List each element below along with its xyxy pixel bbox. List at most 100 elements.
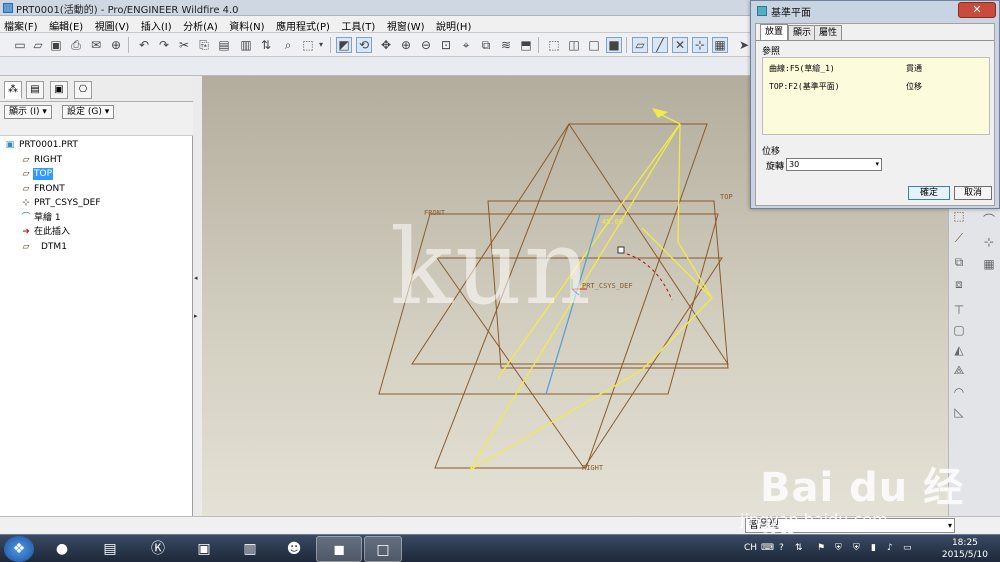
dialog-title-bar[interactable]: 基準平面 ✕ — [751, 1, 999, 21]
layers-icon[interactable]: ≋ — [498, 37, 514, 53]
hidden-line-icon[interactable]: ◫ — [566, 37, 582, 53]
rotation-input[interactable]: 30 ▾ — [786, 158, 882, 171]
help-icon[interactable]: ? — [779, 543, 784, 553]
menu-tools[interactable]: 工具(T) — [337, 16, 379, 33]
maxthon-icon[interactable]: ▣ — [186, 536, 222, 562]
selection-box-icon[interactable]: ⬚ — [300, 37, 316, 53]
datum-plane-tool-icon[interactable]: ⬚ — [951, 208, 967, 224]
round-tool-icon[interactable]: ◠ — [951, 384, 967, 400]
close-icon[interactable]: ✕ — [958, 2, 996, 18]
new-file-icon[interactable]: ▭ — [12, 37, 28, 53]
start-button-icon[interactable]: ❖ — [4, 536, 34, 562]
menu-view[interactable]: 視圖(V) — [91, 16, 134, 33]
file-explorer-icon[interactable]: ▤ — [92, 536, 128, 562]
repaint-icon[interactable]: ◩ — [336, 37, 352, 53]
expand-right-icon[interactable]: ▸ — [194, 312, 198, 320]
tree-item-right[interactable]: ▱ RIGHT — [0, 153, 193, 168]
tree-item-csys[interactable]: ⊹ PRT_CSYS_DEF — [0, 196, 193, 211]
reference-type[interactable]: 貫通 — [906, 63, 922, 74]
tab-display[interactable]: 顯示 — [788, 25, 817, 40]
tree-item-sketch[interactable]: ⌒ 草繪 1 — [0, 211, 193, 226]
reference-row[interactable]: TOP:F2(基準平面) 位移 — [769, 81, 989, 93]
ok-button[interactable]: 確定 — [908, 186, 950, 200]
no-hidden-icon[interactable]: □ — [586, 37, 602, 53]
find-icon[interactable]: ⌕ — [280, 37, 296, 53]
menu-analysis[interactable]: 分析(A) — [179, 16, 222, 33]
tree-item-top[interactable]: ▱ TOP — [0, 167, 193, 182]
menu-help[interactable]: 說明(H) — [432, 16, 475, 33]
security-icon[interactable]: ⛨ — [835, 543, 842, 553]
app-window-icon[interactable]: ▥ — [232, 536, 268, 562]
coordinate-system-tool-icon[interactable]: ⊹ — [981, 234, 997, 250]
tab-placement[interactable]: 放置 — [760, 24, 789, 40]
regenerate-icon[interactable]: ⇅ — [258, 37, 274, 53]
save-icon[interactable]: ▣ — [48, 37, 64, 53]
menu-insert[interactable]: 插入(I) — [137, 16, 176, 33]
datum-point-tool-icon[interactable]: ⧉ — [951, 254, 967, 270]
analysis-feature-tool-icon[interactable]: ▦ — [981, 256, 997, 272]
angle-dimension-label[interactable]: 45.00 — [602, 218, 623, 226]
model-tree-tab-icon[interactable]: ⁂ — [4, 81, 22, 99]
references-list[interactable]: 曲線:F5(草繪_1) 貫通 TOP:F2(基準平面) 位移 — [762, 57, 990, 135]
show-button[interactable]: 顯示 (I) ▾ — [4, 105, 52, 119]
tree-item-insert-here[interactable]: ➜ 在此插入 — [0, 225, 193, 240]
chamfer-tool-icon[interactable]: ◺ — [951, 404, 967, 420]
link-icon[interactable]: ⊕ — [108, 37, 124, 53]
reorient-icon[interactable]: ⌖ — [458, 37, 474, 53]
chevron-down-icon[interactable]: ▾ — [875, 159, 879, 170]
settings-button[interactable]: 設定 (G) ▾ — [62, 105, 115, 119]
sketch-tool-icon[interactable]: ⌒ — [981, 212, 997, 228]
annotation-display-icon[interactable]: ▦ — [712, 37, 728, 53]
chevron-down-icon[interactable]: ▾ — [316, 37, 326, 53]
menu-window[interactable]: 視窗(W) — [383, 16, 429, 33]
datum-curve-tool-icon[interactable]: ⧈ — [951, 276, 967, 292]
hole-tool-icon[interactable]: ⊤ — [951, 302, 967, 318]
tab-properties[interactable]: 屬性 — [814, 25, 843, 40]
keyboard-icon[interactable]: ⌨ — [761, 543, 774, 553]
reference-row[interactable]: 曲線:F5(草繪_1) 貫通 — [769, 63, 989, 75]
menu-file[interactable]: 檔案(F) — [0, 16, 42, 33]
open-file-icon[interactable]: ▱ — [30, 37, 46, 53]
antivirus-icon[interactable]: ⛨ — [853, 543, 860, 553]
input-language[interactable]: CH — [744, 543, 757, 553]
connections-tab-icon[interactable]: ⎔ — [74, 81, 92, 99]
email-icon[interactable]: ✉ — [88, 37, 104, 53]
datum-axis-display-icon[interactable]: ╱ — [652, 37, 668, 53]
menu-edit[interactable]: 編輯(E) — [45, 16, 87, 33]
draft-tool-icon[interactable]: ⟁ — [951, 362, 967, 378]
datum-plane-display-icon[interactable]: ▱ — [632, 37, 648, 53]
tree-root[interactable]: ▣ PRT0001.PRT — [0, 138, 193, 153]
csys-display-icon[interactable]: ⊹ — [692, 37, 708, 53]
zoom-in-icon[interactable]: ⊕ — [398, 37, 414, 53]
folder-browser-tab-icon[interactable]: ▤ — [26, 81, 44, 99]
orient-mode-icon[interactable]: ✥ — [378, 37, 394, 53]
panel-splitter[interactable]: ◂ ▸ — [193, 76, 202, 516]
clock[interactable]: 18:25 2015/5/10 — [942, 537, 988, 561]
zoom-out-icon[interactable]: ⊖ — [418, 37, 434, 53]
collapse-left-icon[interactable]: ◂ — [194, 274, 198, 282]
paste-icon[interactable]: ▤ — [216, 37, 232, 53]
media-player-icon[interactable]: ● — [44, 536, 80, 562]
rib-tool-icon[interactable]: ◭ — [951, 342, 967, 358]
print-icon[interactable]: ⎙ — [68, 37, 84, 53]
signal-icon[interactable]: ▮ — [871, 543, 876, 553]
refit-icon[interactable]: ⊡ — [438, 37, 454, 53]
volume-icon[interactable]: ♪ — [887, 543, 893, 553]
network-icon[interactable]: ⇅ — [795, 543, 803, 553]
favorites-tab-icon[interactable]: ▣ — [50, 81, 68, 99]
blank-window-taskbar-icon[interactable]: □ — [364, 536, 402, 562]
shell-tool-icon[interactable]: ▢ — [951, 322, 967, 338]
flag-icon[interactable]: ⚑ — [817, 543, 825, 553]
reference-type[interactable]: 位移 — [906, 81, 922, 92]
paste-special-icon[interactable]: ▥ — [238, 37, 254, 53]
proe-taskbar-icon[interactable]: ◼ — [316, 536, 362, 562]
tree-item-front[interactable]: ▱ FRONT — [0, 182, 193, 197]
datum-axis-tool-icon[interactable]: ⟋ — [951, 230, 967, 246]
drag-handle[interactable] — [617, 246, 625, 254]
spin-center-icon[interactable]: ⟲ — [356, 37, 372, 53]
wireframe-icon[interactable]: ⬚ — [546, 37, 562, 53]
k-browser-icon[interactable]: Ⓚ — [140, 536, 176, 562]
shading-icon[interactable]: ■ — [606, 37, 622, 53]
tree-item-dtm1[interactable]: ▱ DTM1 — [0, 240, 193, 255]
menu-applications[interactable]: 應用程式(P) — [272, 16, 334, 33]
